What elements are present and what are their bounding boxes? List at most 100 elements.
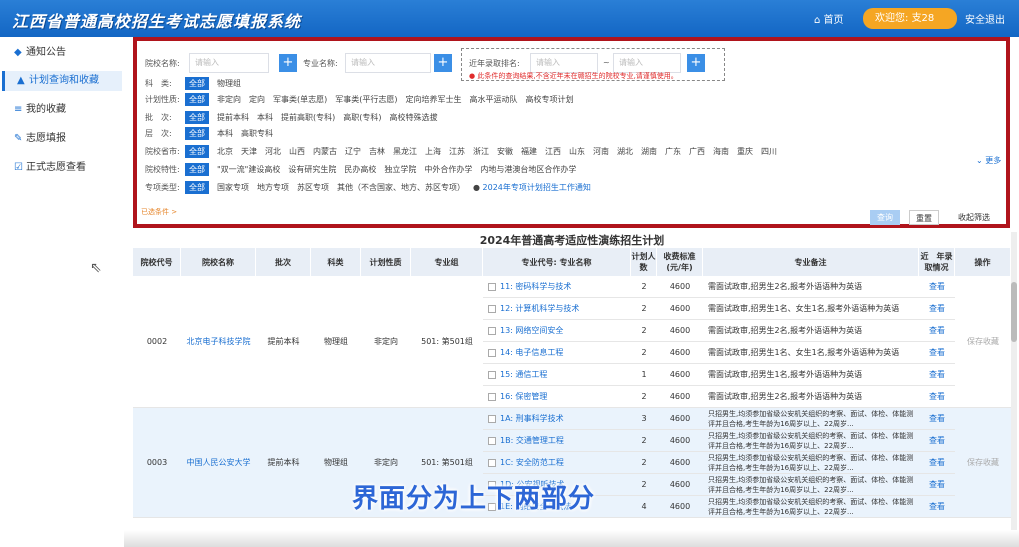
selected-conditions[interactable]: 已选条件 >: [141, 207, 177, 217]
filter-option[interactable]: 上海: [425, 146, 441, 157]
filter-option[interactable]: 国家专项: [217, 182, 249, 193]
filter-option[interactable]: 全部: [185, 93, 209, 106]
filter-option[interactable]: 提前本科: [217, 112, 249, 123]
filter-option[interactable]: "双一流"建设高校: [217, 164, 280, 175]
filter-option[interactable]: 天津: [241, 146, 257, 157]
scrollbar-thumb[interactable]: [1011, 282, 1017, 342]
collapse-filter-button[interactable]: 收起筛选: [952, 210, 996, 225]
query-button[interactable]: 查询: [870, 210, 900, 225]
filter-option[interactable]: 重庆: [737, 146, 753, 157]
view-link[interactable]: 查看: [919, 364, 955, 386]
filter-option[interactable]: 全部: [185, 145, 209, 158]
filter-option[interactable]: 山西: [289, 146, 305, 157]
major-name[interactable]: 1B: 交通管理工程: [500, 435, 564, 446]
sidebar-item-favorites[interactable]: ≡ 我的收藏: [2, 100, 122, 120]
filter-option[interactable]: 非定向: [217, 94, 241, 105]
filter-option[interactable]: 高职(专科): [343, 112, 381, 123]
major-name[interactable]: 15: 通信工程: [500, 369, 547, 380]
view-link[interactable]: 查看: [919, 430, 955, 452]
major-checkbox[interactable]: [488, 370, 496, 379]
filter-option[interactable]: 物理组: [217, 78, 241, 89]
more-toggle[interactable]: ⌄ 更多: [976, 155, 1001, 166]
major-checkbox[interactable]: [488, 326, 496, 335]
filter-option[interactable]: 全部: [185, 111, 209, 124]
notice-link[interactable]: ● 2024年专项计划招生工作通知: [473, 182, 591, 193]
filter-option[interactable]: 湖南: [641, 146, 657, 157]
filter-option[interactable]: 中外合作办学: [424, 164, 472, 175]
view-link[interactable]: 查看: [919, 276, 955, 298]
filter-option[interactable]: 黑龙江: [393, 146, 417, 157]
filter-option[interactable]: 军事类(平行志愿): [335, 94, 397, 105]
filter-option[interactable]: 高水平运动队: [470, 94, 518, 105]
major-checkbox[interactable]: [488, 348, 496, 357]
view-link[interactable]: 查看: [919, 320, 955, 342]
filter-option[interactable]: 提前高职(专科): [281, 112, 335, 123]
major-checkbox[interactable]: [488, 392, 496, 401]
rank-max-input[interactable]: 请输入: [613, 53, 681, 73]
filter-option[interactable]: 广东: [665, 146, 681, 157]
filter-option[interactable]: 四川: [761, 146, 777, 157]
filter-option[interactable]: 高校特殊选拔: [390, 112, 438, 123]
sidebar-item-apply[interactable]: ✎ 志愿填报: [2, 129, 122, 149]
major-name[interactable]: 11: 密码科学与技术: [500, 281, 571, 292]
view-link[interactable]: 查看: [919, 408, 955, 430]
rank-min-input[interactable]: 请输入: [530, 53, 598, 73]
logout-link[interactable]: 安全退出: [965, 11, 1005, 26]
major-name[interactable]: 1A: 刑事科学技术: [500, 413, 564, 424]
filter-option[interactable]: 安徽: [497, 146, 513, 157]
filter-option[interactable]: 全部: [185, 181, 209, 194]
view-link[interactable]: 查看: [919, 496, 955, 518]
filter-option[interactable]: 内地与港澳台地区合作办学: [480, 164, 576, 175]
filter-option[interactable]: 河南: [593, 146, 609, 157]
filter-option[interactable]: 军事类(单志愿): [273, 94, 327, 105]
school-input[interactable]: 请输入: [189, 53, 269, 73]
sidebar-item-notice[interactable]: ◆ 通知公告: [2, 43, 122, 63]
major-checkbox[interactable]: [488, 436, 496, 445]
reset-button[interactable]: 重置: [909, 210, 939, 225]
rank-add-button[interactable]: +: [687, 54, 705, 72]
view-link[interactable]: 查看: [919, 298, 955, 320]
filter-option[interactable]: 本科: [217, 128, 233, 139]
filter-option[interactable]: 山东: [569, 146, 585, 157]
school-add-button[interactable]: +: [279, 54, 297, 72]
filter-option[interactable]: 广西: [689, 146, 705, 157]
filter-option[interactable]: 定向: [249, 94, 265, 105]
filter-option[interactable]: 浙江: [473, 146, 489, 157]
filter-option[interactable]: 海南: [713, 146, 729, 157]
filter-option[interactable]: 内蒙古: [313, 146, 337, 157]
filter-option[interactable]: 北京: [217, 146, 233, 157]
filter-option[interactable]: 独立学院: [384, 164, 416, 175]
filter-option[interactable]: 本科: [257, 112, 273, 123]
major-name[interactable]: 14: 电子信息工程: [500, 347, 563, 358]
filter-option[interactable]: 吉林: [369, 146, 385, 157]
sidebar-item-plan[interactable]: ▲ 计划查询和收藏: [2, 71, 122, 91]
major-name[interactable]: 12: 计算机科学与技术: [500, 303, 579, 314]
sidebar-item-final[interactable]: ☑ 正式志愿查看: [2, 158, 122, 178]
filter-option[interactable]: 湖北: [617, 146, 633, 157]
filter-option[interactable]: 其他（不含国家、地方、苏区专项）: [337, 182, 465, 193]
filter-option[interactable]: 苏区专项: [297, 182, 329, 193]
major-checkbox[interactable]: [488, 458, 496, 467]
school-name[interactable]: 中国人民公安大学: [181, 408, 256, 518]
scrollbar[interactable]: [1011, 232, 1017, 547]
filter-option[interactable]: 辽宁: [345, 146, 361, 157]
major-name[interactable]: 16: 保密管理: [500, 391, 547, 402]
major-checkbox[interactable]: [488, 414, 496, 423]
major-add-button[interactable]: +: [434, 54, 452, 72]
view-link[interactable]: 查看: [919, 386, 955, 408]
filter-option[interactable]: 全部: [185, 127, 209, 140]
filter-option[interactable]: 福建: [521, 146, 537, 157]
filter-option[interactable]: 河北: [265, 146, 281, 157]
major-name[interactable]: 13: 网络空间安全: [500, 325, 563, 336]
filter-option[interactable]: 全部: [185, 77, 209, 90]
major-input[interactable]: 请输入: [345, 53, 431, 73]
school-name[interactable]: 北京电子科技学院: [181, 276, 256, 408]
view-link[interactable]: 查看: [919, 342, 955, 364]
save-favorite-button[interactable]: 保存收藏: [955, 276, 1011, 408]
home-link[interactable]: ⌂ 首页: [814, 11, 844, 26]
save-favorite-button[interactable]: 保存收藏: [955, 408, 1011, 518]
filter-option[interactable]: 高校专项计划: [526, 94, 574, 105]
filter-option[interactable]: 江苏: [449, 146, 465, 157]
view-link[interactable]: 查看: [919, 452, 955, 474]
filter-option[interactable]: 设有研究生院: [288, 164, 336, 175]
